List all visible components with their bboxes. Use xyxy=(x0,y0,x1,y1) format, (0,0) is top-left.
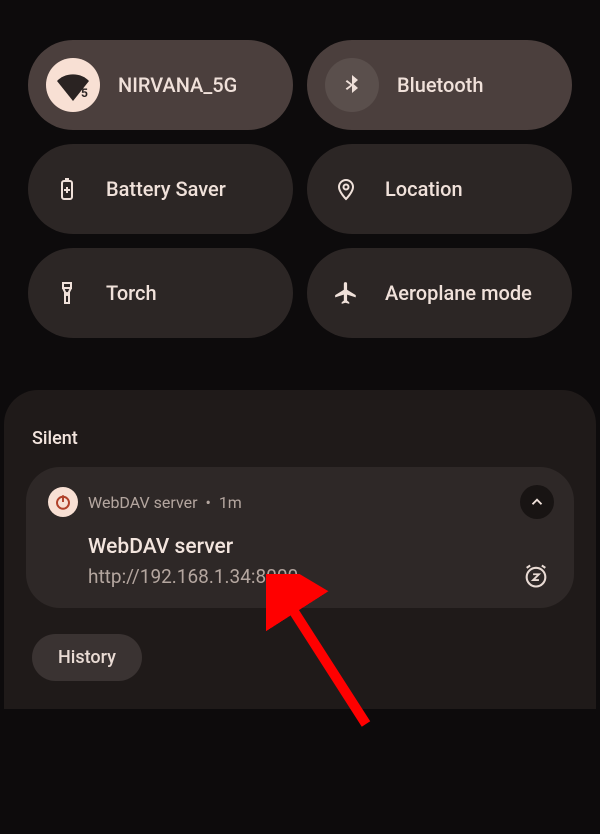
section-header-silent: Silent xyxy=(32,428,574,449)
qs-label: Battery Saver xyxy=(106,177,226,201)
qs-tile-wifi[interactable]: 5 NIRVANA_5G xyxy=(28,40,293,130)
qs-label: NIRVANA_5G xyxy=(118,73,237,97)
notification-panel: Silent WebDAV server • 1m WebDAV server … xyxy=(4,390,596,709)
bluetooth-icon xyxy=(325,58,379,112)
qs-tile-location[interactable]: Location xyxy=(307,144,572,234)
qs-tile-aeroplane[interactable]: Aeroplane mode xyxy=(307,248,572,338)
location-icon xyxy=(325,162,367,216)
notification-card[interactable]: WebDAV server • 1m WebDAV server http://… xyxy=(26,467,574,608)
qs-tile-torch[interactable]: Torch xyxy=(28,248,293,338)
qs-tile-battery-saver[interactable]: Battery Saver xyxy=(28,144,293,234)
notification-text: http://192.168.1.34:8000 xyxy=(88,565,552,588)
airplane-icon xyxy=(325,266,367,320)
svg-text:5: 5 xyxy=(81,86,88,100)
qs-label: Torch xyxy=(106,281,157,305)
qs-label: Aeroplane mode xyxy=(385,281,532,305)
wifi-icon: 5 xyxy=(46,58,100,112)
quick-settings-grid: 5 NIRVANA_5G Bluetooth Battery Saver Loc… xyxy=(0,0,600,360)
notification-title: WebDAV server xyxy=(88,535,552,559)
history-button[interactable]: History xyxy=(32,634,142,681)
battery-icon xyxy=(46,162,88,216)
qs-label: Location xyxy=(385,177,463,201)
torch-icon xyxy=(46,266,88,320)
qs-tile-bluetooth[interactable]: Bluetooth xyxy=(307,40,572,130)
collapse-button[interactable] xyxy=(520,485,554,519)
qs-label: Bluetooth xyxy=(397,73,483,97)
power-icon xyxy=(48,487,78,517)
notification-app-name: WebDAV server • 1m xyxy=(88,493,242,512)
snooze-icon[interactable] xyxy=(518,558,554,594)
